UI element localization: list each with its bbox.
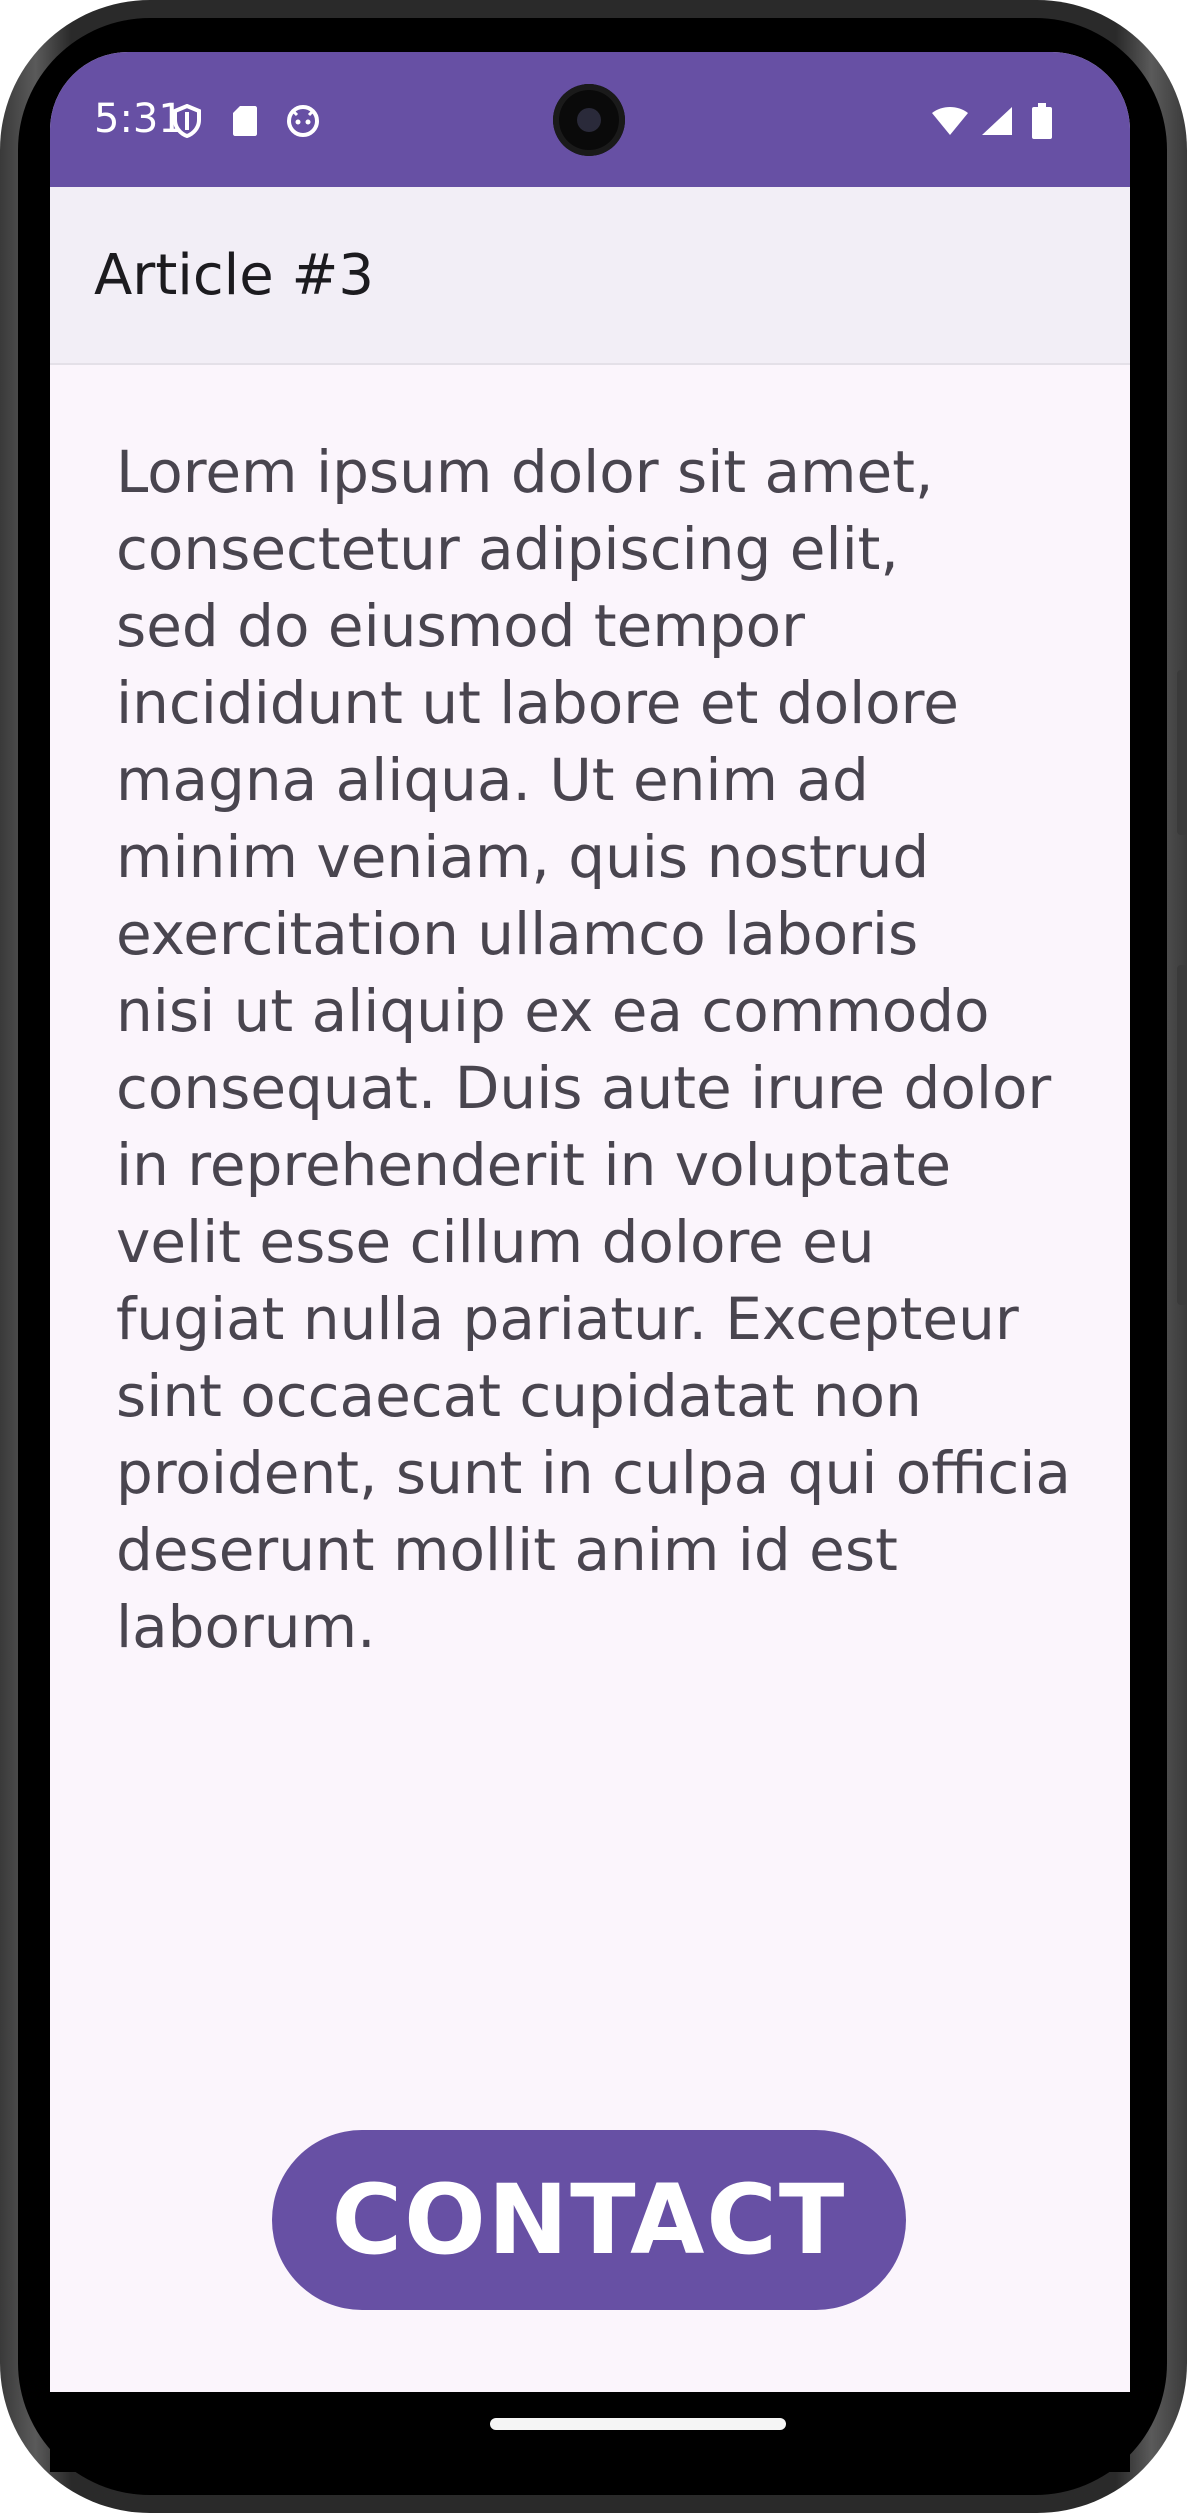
sd-card-icon [228,104,262,138]
home-indicator[interactable] [490,2418,786,2430]
article-line: sed do eiusmod tempor [116,592,805,660]
navigation-bar [50,2392,1130,2472]
article-line: sint occaecat cupidatat non [116,1362,922,1430]
article-line: deserunt mollit anim id est [116,1516,898,1584]
article-body: Lorem ipsum dolor sit amet, consectetur … [116,434,1096,1666]
screen: 5:31 Article #3 Lorem ipsum dolor sit am… [50,52,1130,2392]
article-line: fugiat nulla pariatur. Excepteur [116,1285,1019,1353]
article-line: velit esse cillum dolore eu [116,1208,875,1276]
battery-icon [1030,103,1054,139]
article-line: laborum. [116,1593,376,1661]
front-camera [553,84,625,156]
page-title: Article #3 [94,243,374,308]
top-app-bar: Article #3 [50,187,1130,365]
article-line: Lorem ipsum dolor sit amet, [116,438,934,506]
cell-signal-icon [980,104,1014,138]
volume-button [1177,965,1187,1305]
status-bar: 5:31 [50,52,1130,187]
contact-button[interactable]: CONTACT [272,2130,906,2310]
article-line: exercitation ullamco laboris [116,900,919,968]
article-line: incididunt ut labore et dolore [116,669,959,737]
wifi-icon [930,104,970,138]
article-line: minim veniam, quis nostrud [116,823,930,891]
article-line: magna aliqua. Ut enim ad [116,746,869,814]
article-line: proident, sunt in culpa qui officia [116,1439,1071,1507]
power-button [1177,670,1187,835]
article-line: consequat. Duis aute irure dolor [116,1054,1052,1122]
article-line: in reprehenderit in voluptate [116,1131,951,1199]
article-line: consectetur adipiscing elit, [116,515,899,583]
android-face-icon [286,104,320,138]
shield-icon [170,104,204,138]
article-line: nisi ut aliquip ex ea commodo [116,977,990,1045]
